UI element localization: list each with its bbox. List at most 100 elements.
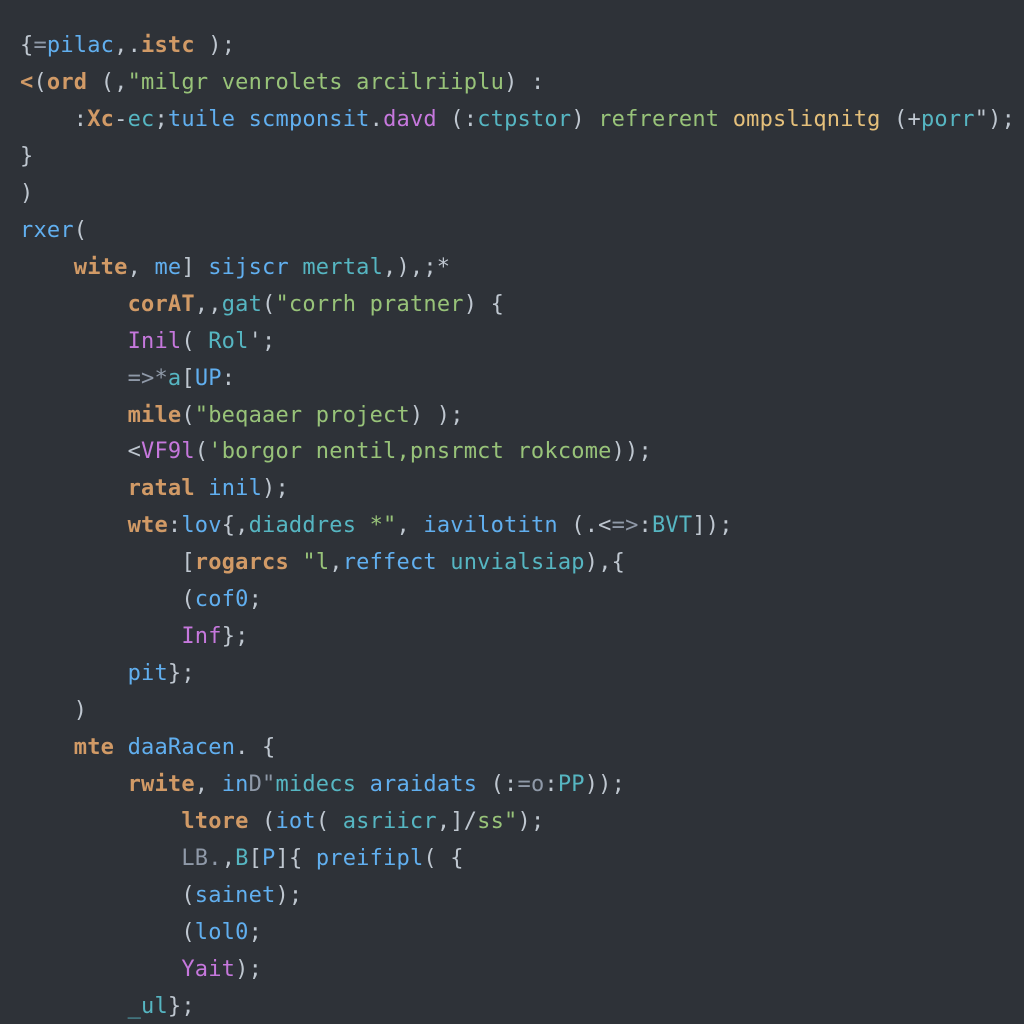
code-line: Inf}; (20, 624, 249, 649)
code-token: { (20, 33, 33, 58)
code-token: , (128, 255, 155, 280)
code-token: midecs (275, 772, 356, 797)
code-token (235, 107, 248, 132)
code-line: wte:lov{,diaddres *", iavilotitn (.<=>:B… (20, 513, 733, 538)
code-line: } (20, 144, 33, 169)
code-token: ratal (128, 476, 195, 501)
code-token: P (262, 846, 275, 871)
code-token: lol0 (195, 920, 249, 945)
code-token: *" (370, 513, 397, 538)
code-token: Rol (208, 329, 248, 354)
code-token: rogarcs (195, 550, 289, 575)
code-line: (sainet); (20, 883, 302, 908)
code-token: "l (302, 550, 329, 575)
code-line: <(ord (,"milgr venrolets arcilriiplu) : (20, 70, 544, 95)
code-token: corAT (128, 292, 195, 317)
code-token: ompsliqnitg (733, 107, 881, 132)
code-token: Yait (181, 957, 235, 982)
code-token: "milgr venrolets arcilriiplu (128, 70, 504, 95)
code-token: rwite (128, 772, 195, 797)
code-token: VF9l (141, 439, 195, 464)
code-token: ]{ (276, 846, 316, 871)
code-token: (.< (558, 513, 612, 538)
code-token: asriicr (343, 809, 437, 834)
code-line: <VF9l('borgor nentil,pnsrmct rokcome)); (20, 439, 652, 464)
code-token: , (222, 846, 235, 871)
code-token: }; (168, 994, 195, 1019)
code-token: ss" (477, 809, 517, 834)
code-token: _ul (128, 994, 168, 1019)
code-token: iavilotitn (423, 513, 557, 538)
code-token: ( (249, 809, 276, 834)
code-token: ec (128, 107, 155, 132)
code-line: ltore (iot( asriicr,]/ss"); (20, 809, 544, 834)
code-token: ); (275, 883, 302, 908)
code-token (356, 513, 369, 538)
code-token (114, 735, 127, 760)
code-editor-content[interactable]: {=pilac,.istc ); <(ord (,"milgr venrolet… (0, 0, 1024, 1024)
code-line: Yait); (20, 957, 262, 982)
code-token: ) ); (410, 403, 464, 428)
code-token: mertal (302, 255, 383, 280)
code-line: pit}; (20, 661, 195, 686)
code-token: (, (87, 70, 127, 95)
code-token: Xc (87, 107, 114, 132)
code-token: ( (262, 292, 275, 317)
code-token: araidats (370, 772, 478, 797)
code-token: "); (975, 107, 1015, 132)
code-token: UP (195, 366, 222, 391)
code-token: ; (154, 107, 167, 132)
code-token: ( (181, 329, 208, 354)
code-token: ) (74, 698, 87, 723)
code-token: : (74, 107, 87, 132)
code-token: ,),;* (383, 255, 450, 280)
code-token: ); (195, 33, 235, 58)
code-token: diaddres (249, 513, 357, 538)
code-token: D" (249, 772, 276, 797)
code-token: ); (235, 957, 262, 982)
code-token: < (128, 439, 141, 464)
code-token: , (397, 513, 424, 538)
code-token: Inil (128, 329, 182, 354)
code-token: } (20, 144, 33, 169)
code-token: : (639, 513, 652, 538)
code-token: gat (222, 292, 262, 317)
code-token: ); (518, 809, 545, 834)
code-token: - (114, 107, 127, 132)
code-token: ord (47, 70, 87, 95)
code-token: ( { (423, 846, 463, 871)
code-line: ) (20, 698, 87, 723)
code-token: [ (181, 550, 194, 575)
code-token: in (222, 772, 249, 797)
code-token: =>* (128, 366, 168, 391)
code-token: reffect (343, 550, 437, 575)
code-line: LB.,B[P]{ preifipl( { (20, 846, 464, 871)
code-token: cof0 (195, 587, 249, 612)
code-token: B (235, 846, 248, 871)
code-token: "corrh pratner (275, 292, 463, 317)
code-token: tuile (168, 107, 235, 132)
code-token: sijscr (208, 255, 289, 280)
code-token (289, 550, 302, 575)
code-token: ( (316, 809, 343, 834)
code-token: ( (195, 439, 208, 464)
code-token: . (370, 107, 383, 132)
code-token: ; (249, 920, 262, 945)
code-token: "beqaaer project (195, 403, 410, 428)
code-token: ,. (114, 33, 141, 58)
code-token: [ (249, 846, 262, 871)
code-token: Inf (181, 624, 221, 649)
code-token: (+ (881, 107, 921, 132)
code-token: = (33, 33, 46, 58)
code-token: unvialsiap (450, 550, 584, 575)
code-token: : (222, 366, 235, 391)
code-token: mile (128, 403, 182, 428)
code-token: 'borgor nentil,pnsrmct rokcome (208, 439, 611, 464)
code-token: preifipl (316, 846, 424, 871)
code-token: , (329, 550, 342, 575)
code-token: wite (74, 255, 128, 280)
code-line: [rogarcs "l,reffect unvialsiap),{ (20, 550, 625, 575)
code-token (719, 107, 732, 132)
code-token: => (612, 513, 639, 538)
code-token: wte (128, 513, 168, 538)
